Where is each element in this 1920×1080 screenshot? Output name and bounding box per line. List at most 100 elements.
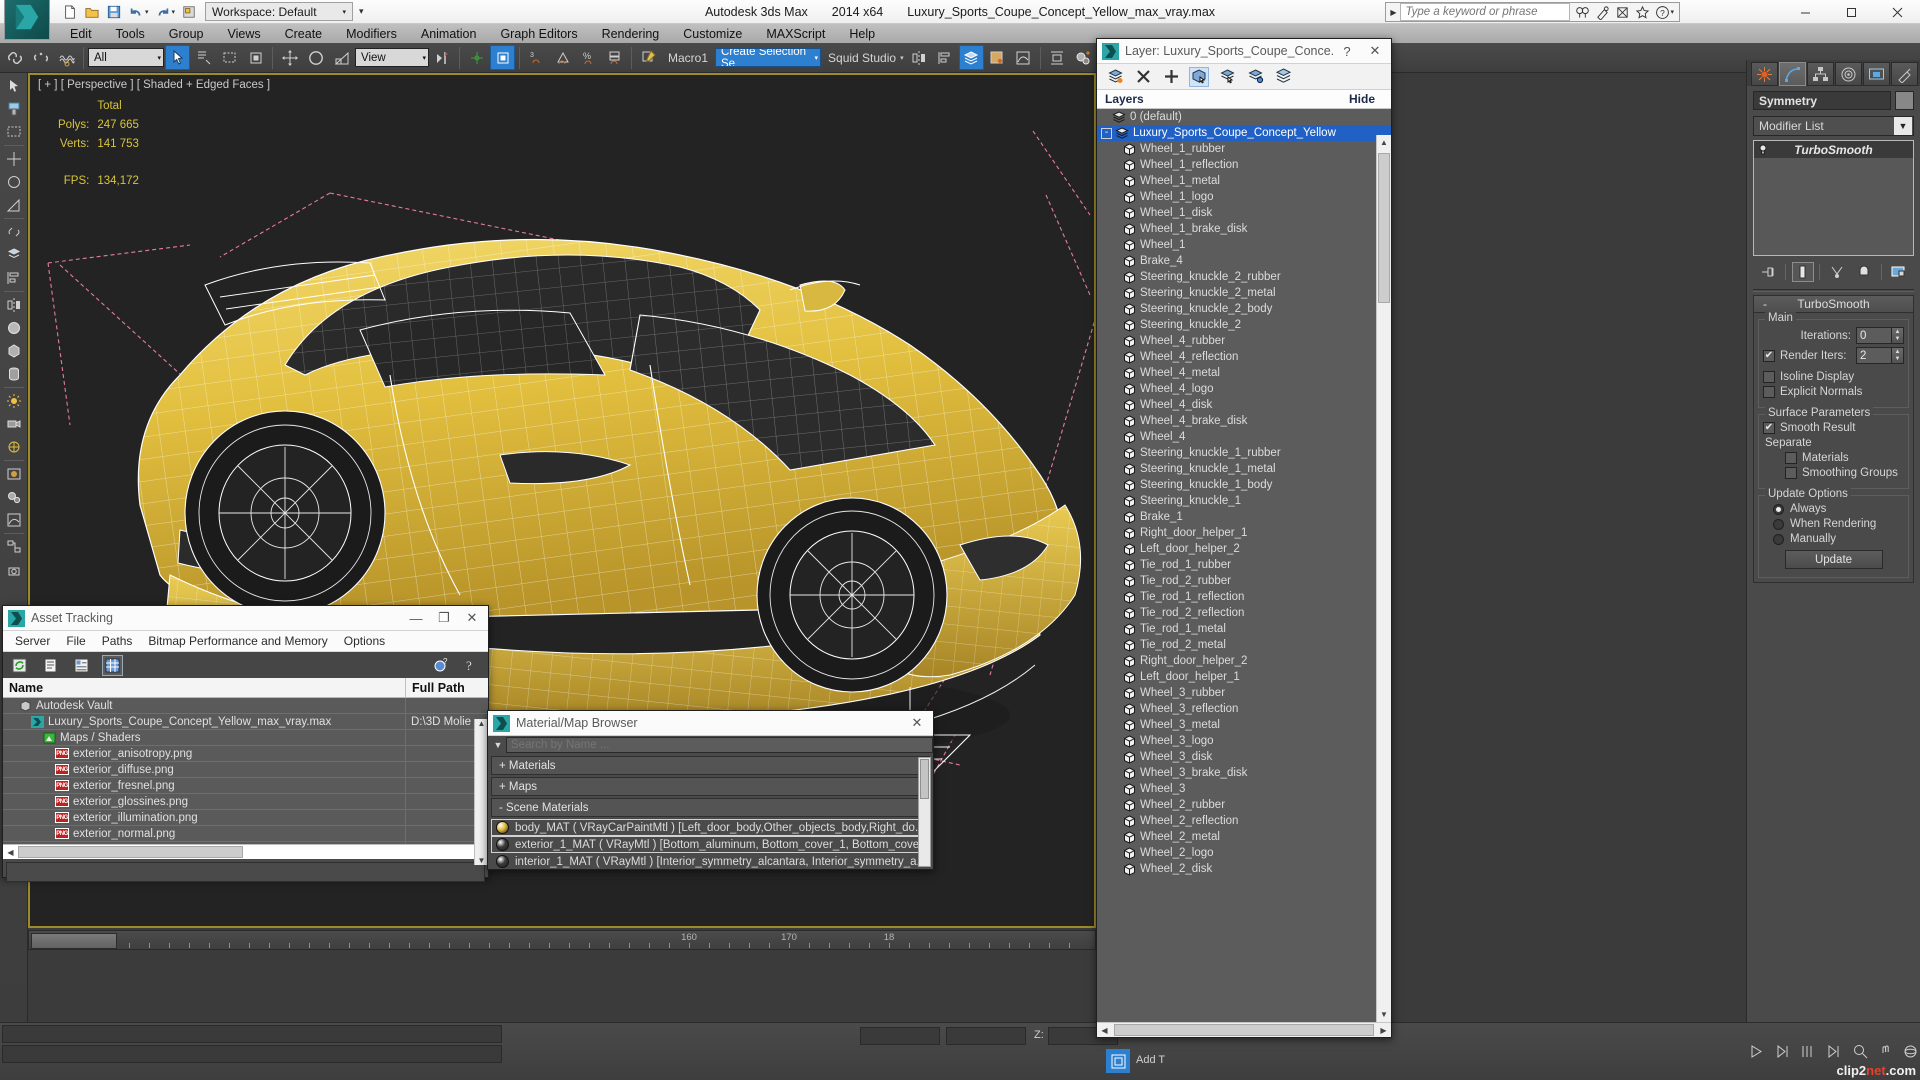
layer-object-row[interactable]: Steering_knuckle_2_body	[1097, 301, 1391, 317]
menu-item-edit[interactable]: Edit	[58, 26, 104, 42]
search-icon[interactable]	[1573, 3, 1591, 21]
menu-item-maxscript[interactable]: MAXScript	[754, 26, 837, 42]
select-and-scale-icon[interactable]	[329, 45, 354, 70]
y-coordinate-field[interactable]	[946, 1027, 1026, 1045]
layer-object-row[interactable]: Tie_rod_1_reflection	[1097, 589, 1391, 605]
layer-object-row[interactable]: Wheel_2_disk	[1097, 861, 1391, 877]
box-primitive-icon[interactable]	[3, 341, 25, 361]
menu-item-help[interactable]: Help	[837, 26, 887, 42]
at-menu-server[interactable]: Server	[8, 632, 57, 650]
rotate-tool-icon[interactable]	[3, 172, 25, 192]
mirror-icon[interactable]	[907, 45, 932, 70]
layer-object-row[interactable]: Steering_knuckle_2	[1097, 317, 1391, 333]
tab-motion[interactable]	[1835, 62, 1862, 86]
layer-row[interactable]: 0 (default)	[1097, 109, 1391, 125]
layer-object-row[interactable]: Wheel_1_metal	[1097, 173, 1391, 189]
layer-object-row[interactable]: Wheel_1_reflection	[1097, 157, 1391, 173]
layer-object-row[interactable]: Right_door_helper_1	[1097, 525, 1391, 541]
align-icon[interactable]	[933, 45, 958, 70]
update-option-manually[interactable]: Manually	[1763, 533, 1904, 545]
lightbulb-icon[interactable]	[1758, 144, 1768, 155]
search-input[interactable]	[1400, 3, 1571, 21]
help-question-icon[interactable]: ?	[461, 655, 482, 676]
mirror-tool-icon[interactable]	[3, 295, 25, 315]
menu-item-graph-editors[interactable]: Graph Editors	[488, 26, 589, 42]
move-tool-icon[interactable]	[3, 149, 25, 169]
key-mode-icon[interactable]	[1796, 1039, 1820, 1063]
materials-checkbox[interactable]	[1785, 452, 1797, 464]
snapshot-icon[interactable]	[3, 560, 25, 580]
undo-dropdown-caret-icon[interactable]: ▾	[145, 8, 149, 16]
asset-row[interactable]: Luxury_Sports_Coupe_Concept_Yellow_max_v…	[3, 714, 488, 730]
tab-utilities[interactable]	[1891, 62, 1918, 86]
material-browser-titlebar[interactable]: Material/Map Browser ✕	[488, 711, 933, 736]
set-current-layer-icon[interactable]	[1273, 67, 1293, 87]
scene-material-item[interactable]: exterior_1_MAT ( VRayMtl ) [Bottom_alumi…	[491, 836, 930, 853]
qat-overflow-icon[interactable]: ▾	[359, 6, 364, 17]
asset-row[interactable]: Maps / Shaders	[3, 730, 488, 746]
minimize-button[interactable]	[1782, 0, 1828, 24]
layer-explorer-vscrollbar[interactable]: ▲ ▼	[1376, 135, 1391, 1022]
layer-object-row[interactable]: Wheel_3_metal	[1097, 717, 1391, 733]
layer-object-row[interactable]: Tie_rod_1_rubber	[1097, 557, 1391, 573]
snap-toggle-icon[interactable]	[464, 45, 489, 70]
render-iters-spin-arrows[interactable]: ▲ ▼	[1892, 347, 1904, 364]
menu-item-create[interactable]: Create	[273, 26, 335, 42]
scale-tool-icon[interactable]	[3, 195, 25, 215]
named-selection-set-combo[interactable]: Create Selection Se ▾	[715, 48, 822, 67]
tab-modify[interactable]	[1779, 62, 1806, 86]
layer-object-row[interactable]: Brake_4	[1097, 253, 1391, 269]
material-browser-close-button[interactable]: ✕	[903, 711, 931, 735]
asset-row[interactable]: Autodesk Vault	[3, 698, 488, 714]
layer-object-row[interactable]: Wheel_4_brake_disk	[1097, 413, 1391, 429]
iterations-value[interactable]: 0	[1856, 327, 1892, 344]
window-crossing-icon[interactable]	[243, 45, 268, 70]
x-coordinate-field[interactable]	[860, 1027, 940, 1045]
layer-object-row[interactable]: Wheel_3_brake_disk	[1097, 765, 1391, 781]
scroll-up-arrow-icon[interactable]: ▲	[1377, 135, 1391, 150]
selection-lock-toggle-icon[interactable]	[1106, 1049, 1130, 1073]
search-options-icon[interactable]: ▼	[490, 740, 506, 750]
layer-object-row[interactable]: Wheel_1_logo	[1097, 189, 1391, 205]
layer-object-row[interactable]: Left_door_helper_2	[1097, 541, 1391, 557]
layer-object-row[interactable]: Steering_knuckle_2_metal	[1097, 285, 1391, 301]
subscription-icon[interactable]	[1593, 3, 1611, 21]
layer-object-row[interactable]: Steering_knuckle_1	[1097, 493, 1391, 509]
layer-object-row[interactable]: Wheel_3_rubber	[1097, 685, 1391, 701]
help-globe-icon[interactable]: ?	[430, 655, 451, 676]
menu-item-modifiers[interactable]: Modifiers	[334, 26, 409, 42]
grid-view-icon[interactable]	[102, 654, 123, 676]
menu-item-tools[interactable]: Tools	[104, 26, 157, 42]
layer-explorer-help-button[interactable]: ?	[1333, 39, 1361, 63]
communication-icon[interactable]	[1613, 3, 1631, 21]
redo-button[interactable]	[153, 2, 173, 21]
smooth-result-row[interactable]: Smooth Result	[1763, 422, 1904, 434]
layer-object-row[interactable]: Right_door_helper_2	[1097, 653, 1391, 669]
always-radio[interactable]	[1773, 503, 1784, 515]
selection-filter-combo[interactable]: All ▾	[88, 48, 164, 67]
angle-snap-toggle-icon[interactable]	[490, 45, 515, 70]
material-group-maps[interactable]: + Maps	[491, 777, 930, 796]
asset-row[interactable]: PNGexterior_refraction.png	[3, 842, 488, 844]
percent-snap-icon[interactable]: %	[576, 45, 601, 70]
explicit-normals-checkbox[interactable]	[1763, 386, 1775, 398]
at-hscroll-left-icon[interactable]: ◀	[3, 848, 18, 857]
layer-object-row[interactable]: Wheel_3_disk	[1097, 749, 1391, 765]
at-hscroll-thumb[interactable]	[18, 846, 243, 858]
asset-row[interactable]: PNG exterior_normal.png	[3, 826, 488, 842]
reference-coordinate-combo[interactable]: View ▾	[355, 48, 429, 67]
prompt-line[interactable]	[2, 1045, 502, 1063]
layer-object-row[interactable]: Wheel_2_logo	[1097, 845, 1391, 861]
asset-row[interactable]: PNG exterior_fresnel.png	[3, 778, 488, 794]
at-menu-bitmap-performance-and-memory[interactable]: Bitmap Performance and Memory	[141, 632, 334, 650]
material-map-browser-window[interactable]: Material/Map Browser ✕ ▼ + Materials+ Ma…	[487, 710, 934, 870]
layer-object-row[interactable]: Steering_knuckle_2_rubber	[1097, 269, 1391, 285]
asset-tracking-vscrollbar[interactable]: ▲ ▼	[474, 719, 488, 865]
manually-radio[interactable]	[1773, 533, 1784, 545]
layer-object-row[interactable]: Wheel_4_reflection	[1097, 349, 1391, 365]
layer-object-row[interactable]: Brake_1	[1097, 509, 1391, 525]
rollout-header[interactable]: - TurboSmooth	[1754, 296, 1913, 313]
modifier-stack[interactable]: TurboSmooth	[1753, 140, 1914, 256]
asset-tracking-window[interactable]: Asset Tracking — ❐ ✕ Server File Paths Bitm…	[2, 605, 489, 882]
maximize-button[interactable]	[1828, 0, 1874, 24]
